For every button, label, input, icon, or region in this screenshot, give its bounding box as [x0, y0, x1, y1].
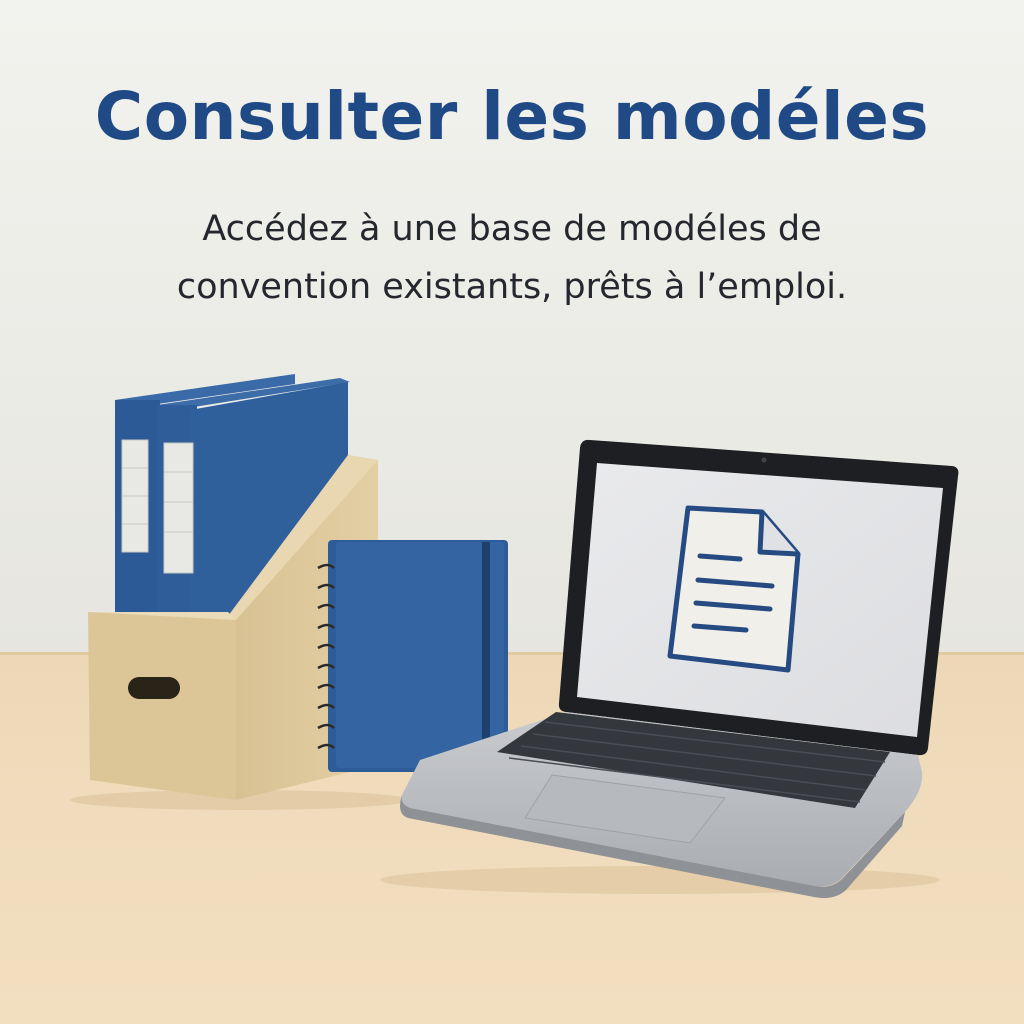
document-icon [667, 505, 801, 673]
illustration [70, 374, 959, 899]
spiral-notebook [317, 540, 508, 772]
